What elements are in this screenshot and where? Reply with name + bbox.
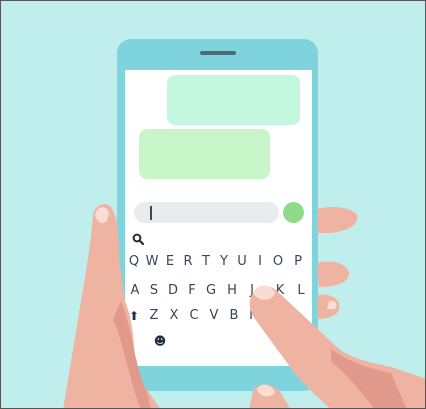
key-j[interactable]: J [245, 281, 259, 301]
key-t[interactable]: T [199, 252, 213, 272]
key-w[interactable]: W [145, 252, 159, 272]
message-input[interactable] [134, 202, 279, 223]
emoji-smiley-icon[interactable]: ☻ [153, 331, 167, 351]
key-r[interactable]: R [181, 252, 195, 272]
right-finger-low [317, 294, 340, 319]
key-d[interactable]: D [166, 281, 180, 301]
key-z[interactable]: Z [147, 306, 161, 326]
key-u[interactable]: U [235, 252, 249, 272]
illustration-frame: Q W E R T Y U I O P A S D F G H J K L ⬆ … [0, 0, 426, 409]
key-b[interactable]: B [227, 306, 241, 326]
key-m[interactable]: M [267, 306, 281, 326]
key-q[interactable]: Q [127, 252, 141, 272]
key-l[interactable]: L [294, 281, 308, 301]
key-y[interactable]: Y [217, 252, 231, 272]
key-p[interactable]: P [291, 252, 305, 272]
right-finger-mid [317, 261, 349, 287]
search-icon[interactable] [132, 233, 144, 245]
key-f[interactable]: F [185, 281, 199, 301]
phone-speaker [200, 51, 236, 55]
phone-screen: Q W E R T Y U I O P A S D F G H J K L ⬆ … [125, 70, 312, 366]
keyboard-row-3: ⬆ Z X C V B N M [125, 306, 312, 326]
key-x[interactable]: X [167, 306, 181, 326]
key-c[interactable]: C [187, 306, 201, 326]
keyboard-row-1: Q W E R T Y U I O P [125, 252, 312, 272]
key-k[interactable]: K [273, 281, 287, 301]
key-i[interactable]: I [253, 252, 267, 272]
keyboard-row-4: ☻ [125, 331, 312, 351]
key-s[interactable]: S [147, 281, 161, 301]
send-button[interactable] [283, 202, 304, 223]
key-n[interactable]: N [247, 306, 261, 326]
key-v[interactable]: V [207, 306, 221, 326]
outgoing-message-bubble [167, 75, 300, 125]
text-caret [150, 206, 152, 220]
right-hand-shadow [331, 349, 407, 408]
incoming-message-bubble [139, 129, 270, 179]
right-fingernail [327, 300, 337, 309]
keyboard-row-2: A S D F G H J K L [125, 281, 312, 301]
right-finger-top [317, 207, 358, 233]
key-o[interactable]: O [271, 252, 285, 272]
shift-arrow-icon[interactable]: ⬆ [127, 306, 141, 326]
key-g[interactable]: G [204, 281, 218, 301]
key-h[interactable]: H [225, 281, 239, 301]
left-thumb-nail [95, 207, 109, 223]
key-e[interactable]: E [163, 252, 177, 272]
key-a[interactable]: A [128, 281, 142, 301]
